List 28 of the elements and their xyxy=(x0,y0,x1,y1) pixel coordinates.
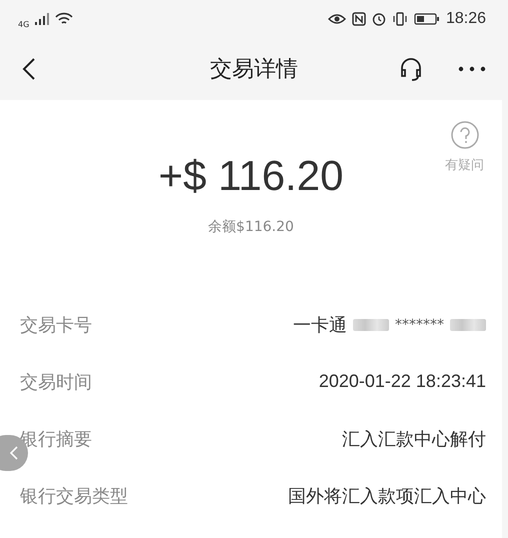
field-label: 交易时间 xyxy=(20,370,92,394)
headset-icon[interactable] xyxy=(398,56,424,82)
field-value: 2020-01-22 18:23:41 xyxy=(318,371,486,392)
back-button[interactable] xyxy=(22,57,36,81)
nfc-icon xyxy=(352,12,366,26)
eye-icon xyxy=(328,13,346,25)
field-value: 汇入汇款中心解付 xyxy=(342,428,486,450)
blurred-digits xyxy=(450,318,486,330)
network-type: 4G xyxy=(18,20,30,28)
balance: 余额$116.20 xyxy=(207,218,295,236)
battery-icon xyxy=(414,13,440,25)
signal-icon xyxy=(35,13,50,25)
more-button[interactable] xyxy=(458,66,486,72)
blurred-digits xyxy=(353,318,389,330)
field-value: 国外将汇入款项汇入中心 xyxy=(288,484,486,508)
chevron-left-icon xyxy=(10,446,18,460)
alarm-icon xyxy=(372,12,386,26)
vibrate-icon xyxy=(392,12,408,26)
help-button[interactable]: 有疑问 xyxy=(445,120,484,174)
wifi-icon xyxy=(55,12,74,26)
clock-time: 18:26 xyxy=(446,10,486,28)
question-icon xyxy=(450,120,480,150)
field-value: 一卡通 xyxy=(293,314,347,336)
field-label: 交易卡号 xyxy=(20,314,92,336)
page-title: 交易详情 xyxy=(210,56,298,84)
amount: +$ 116.20 xyxy=(158,152,344,200)
field-label: 银行交易类型 xyxy=(20,484,128,508)
masked-digits: ******* xyxy=(395,316,444,332)
